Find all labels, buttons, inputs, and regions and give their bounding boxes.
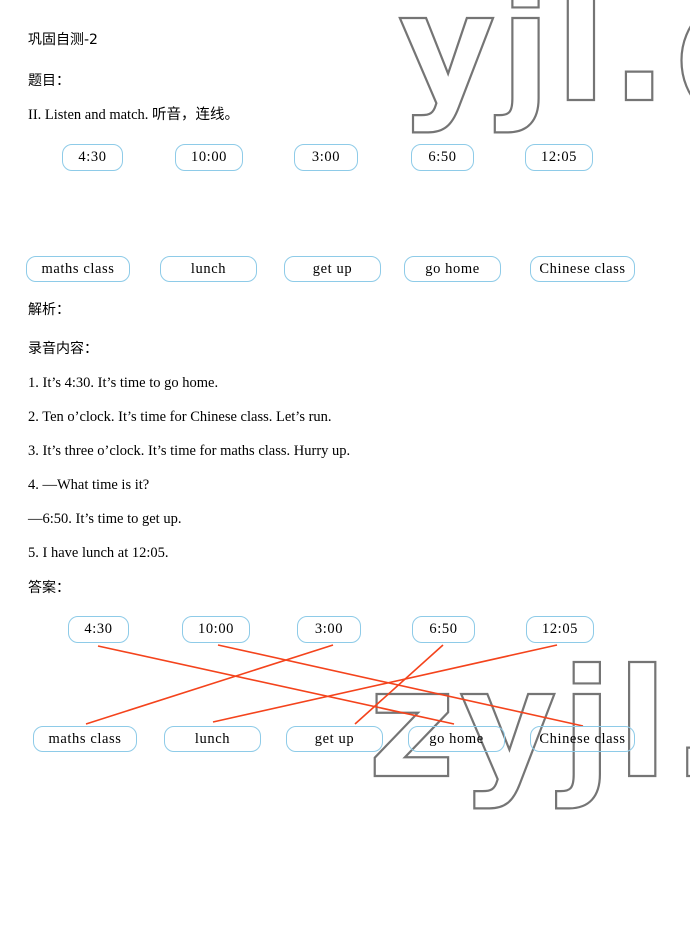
watermark-top-icon: yjl.@ (398, 0, 690, 137)
question-time-box[interactable]: 6:50 (411, 144, 474, 171)
question-word-box[interactable]: Chinese class (530, 256, 635, 282)
match-line (212, 644, 558, 723)
answer-section-label: 答案： (28, 580, 70, 596)
answer-time-box[interactable]: 4:30 (68, 616, 129, 643)
question-word-box[interactable]: go home (404, 256, 501, 282)
answer-word-box[interactable]: lunch (164, 726, 261, 752)
answer-match-lines (85, 644, 584, 727)
transcript-section-label: 录音内容： (28, 341, 98, 357)
match-line (217, 644, 584, 727)
question-word-box[interactable]: maths class (26, 256, 130, 282)
question-word-box[interactable]: lunch (160, 256, 257, 282)
answer-word-box[interactable]: Chinese class (530, 726, 635, 752)
answer-word-box[interactable]: get up (286, 726, 383, 752)
question-section-label: 题目： (28, 73, 70, 89)
worksheet-page: yjl.@ zyjl.@ 巩固自测-2 题目： II. Listen and m… (0, 0, 690, 951)
answer-time-box[interactable]: 12:05 (526, 616, 594, 643)
transcript-line: 4. —What time is it? (28, 477, 150, 493)
match-line (85, 644, 334, 725)
question-time-box[interactable]: 10:00 (175, 144, 243, 171)
transcript-line: 2. Ten o’clock. It’s time for Chinese cl… (28, 409, 332, 425)
answer-time-box[interactable]: 6:50 (412, 616, 475, 643)
watermark-bottom-text: zyjl.@ (368, 638, 690, 812)
transcript-line: 5. I have lunch at 12:05. (28, 545, 169, 561)
question-time-box[interactable]: 4:30 (62, 144, 123, 171)
transcript-line: 3. It’s three o’clock. It’s time for mat… (28, 443, 351, 459)
answer-time-box[interactable]: 3:00 (297, 616, 361, 643)
match-line (354, 644, 444, 725)
question-time-box[interactable]: 12:05 (525, 144, 593, 171)
match-line (97, 645, 455, 725)
page-title: 巩固自测-2 (28, 32, 98, 48)
watermark-layer: yjl.@ zyjl.@ (0, 0, 690, 951)
question-time-box[interactable]: 3:00 (294, 144, 358, 171)
answer-time-box[interactable]: 10:00 (182, 616, 250, 643)
analysis-section-label: 解析： (28, 302, 70, 318)
answer-word-box[interactable]: maths class (33, 726, 137, 752)
transcript-line: 1. It’s 4:30. It’s time to go home. (28, 375, 219, 391)
transcript-line: —6:50. It’s time to get up. (28, 511, 182, 527)
question-word-box[interactable]: get up (284, 256, 381, 282)
question-prompt: II. Listen and match. 听音，连线。 (28, 107, 240, 123)
answer-word-box[interactable]: go home (408, 726, 505, 752)
watermark-top-text: yjl.@ (398, 0, 690, 136)
